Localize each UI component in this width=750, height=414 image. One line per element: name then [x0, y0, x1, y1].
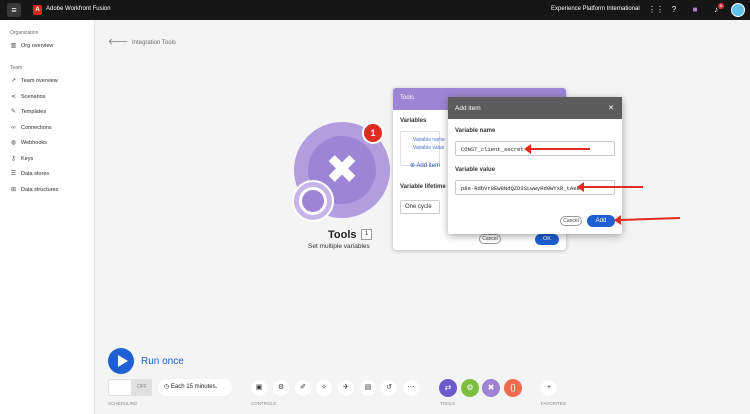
run-once-button[interactable] [108, 348, 134, 374]
add-item-header: Add item ✕ [448, 97, 622, 119]
tools-cancel-button[interactable]: Cancel [479, 234, 501, 244]
sidebar-item-webhooks[interactable]: ◍ Webhooks [10, 138, 47, 148]
sidebar-item-label: Data stores [21, 171, 50, 177]
org-switcher[interactable]: Experience Platform International [551, 6, 640, 12]
sidebar-item-label: Templates [21, 109, 47, 115]
annotation-arrow [524, 144, 590, 154]
variable-value-label: Variable value [455, 167, 496, 173]
link-icon: ∞ [11, 124, 16, 131]
favorites-caption: FAVORITES [541, 401, 566, 406]
magic-wand-icon[interactable]: ✧ [316, 380, 332, 396]
sidebar-item-label: Webhooks [21, 140, 47, 146]
clock-icon [299, 187, 327, 215]
tools-caption: TOOLS [440, 401, 456, 406]
cancel-button[interactable]: Cancel [560, 216, 582, 226]
apps-grid-icon[interactable]: ⋮⋮ [648, 5, 664, 15]
key-icon: ⚷ [11, 155, 16, 162]
variable-name-label: Variable name [455, 128, 496, 134]
sidebar-item-label: Org overview [21, 43, 54, 49]
menu-icon[interactable]: ≡ [7, 3, 21, 17]
trend-icon: ↗ [10, 77, 17, 84]
close-icon[interactable]: ✕ [608, 104, 614, 112]
annotation-arrow [577, 182, 643, 192]
variable-name-label: Variable name [413, 137, 445, 143]
airplane-icon[interactable]: ✈ [338, 380, 354, 396]
help-icon[interactable]: ? [669, 5, 679, 15]
add-item-dialog: Add item ✕ Variable name CONST_client_se… [448, 97, 622, 234]
feedback-icon[interactable]: ■ [690, 5, 700, 15]
more-icon[interactable]: ⋯ [403, 380, 419, 396]
adobe-logo-icon: A [33, 5, 42, 15]
module-number: 1 [361, 229, 372, 240]
sidebar-item-data-structures[interactable]: ⊞ Data structures [10, 185, 58, 195]
schedule-label: Each 15 minutes. [170, 384, 218, 390]
toggle-off-label: OFF [137, 384, 147, 390]
toggle-knob [109, 380, 131, 395]
controls-caption: CONTROLS [251, 401, 277, 406]
structure-icon: ⊞ [10, 186, 17, 193]
scheduling-toggle[interactable]: OFF [108, 379, 152, 396]
add-button[interactable]: Add [587, 215, 615, 227]
briefcase-icon[interactable]: ▤ [360, 380, 376, 396]
notification-count-badge: 6 [718, 3, 724, 9]
avatar[interactable] [731, 3, 745, 17]
variables-label: Variables [400, 118, 427, 124]
gear-icon[interactable]: ⚙ [273, 380, 289, 396]
tools-tool-icon[interactable]: ✖ [482, 379, 500, 397]
add-item-label: Add item [416, 163, 441, 169]
module-badge: 1 [362, 122, 384, 144]
add-favorite-icon[interactable]: + [541, 380, 557, 396]
puzzle-icon: ✎ [10, 108, 17, 115]
sidebar-item-label: Keys [21, 156, 34, 162]
sidebar-item-label: Scenarios [21, 94, 46, 100]
top-bar: ≡ A Adobe Workfront Fusion Experience Pl… [0, 0, 750, 20]
sidebar-item-keys[interactable]: ⚷ Keys [10, 154, 33, 164]
globe-icon: ◍ [10, 139, 17, 146]
run-once-label[interactable]: Run once [141, 356, 184, 367]
sidebar-item-label: Connections [21, 125, 52, 131]
bar-chart-icon: ▥ [10, 42, 17, 49]
sidebar-item-templates[interactable]: ✎ Templates [10, 107, 46, 117]
sidebar-section-team: Team [10, 65, 23, 71]
variable-lifetime-label: Variable lifetime [400, 184, 446, 190]
notes-icon[interactable]: ✐ [295, 380, 311, 396]
add-item-link[interactable]: ⊕ Add item [410, 162, 440, 169]
share-icon: ⋖ [10, 93, 17, 100]
module-title: Tools [328, 229, 357, 241]
sidebar: Organization ▥ Org overview Team ↗ Team … [0, 20, 95, 414]
sidebar-item-data-stores[interactable]: ☰ Data stores [10, 169, 49, 179]
sidebar-item-label: Data structures [21, 187, 59, 193]
json-tool-icon[interactable]: {} [504, 379, 522, 397]
sidebar-item-scenarios[interactable]: ⋖ Scenarios [10, 92, 45, 102]
schedule-setting[interactable]: ◷ Each 15 minutes. [158, 379, 232, 396]
annotation-arrow [619, 216, 681, 222]
sidebar-item-label: Team overview [21, 78, 58, 84]
save-icon[interactable]: ▣ [251, 380, 267, 396]
sidebar-item-team-overview[interactable]: ↗ Team overview [10, 76, 58, 86]
module-subtitle: Set multiple variables [308, 243, 370, 250]
add-item-title: Add item [455, 105, 481, 112]
variable-lifetime-select[interactable]: One cycle [400, 200, 440, 214]
history-icon[interactable]: ↺ [381, 380, 397, 396]
sidebar-section-organization: Organization [10, 30, 39, 36]
breadcrumb: Integration Tools [132, 40, 176, 46]
variable-value-label: Variable value [413, 145, 445, 151]
back-arrow-icon[interactable]: ⟵ [108, 33, 128, 50]
sidebar-item-org-overview[interactable]: ▥ Org overview [10, 41, 54, 51]
flow-control-tool-icon[interactable]: ⇄ [439, 379, 457, 397]
scheduling-caption: SCHEDULING [108, 401, 138, 406]
sidebar-item-connections[interactable]: ∞ Connections [10, 123, 52, 133]
database-icon: ☰ [10, 170, 17, 177]
gear-tool-icon[interactable]: ⚙ [461, 379, 479, 397]
app-title: Adobe Workfront Fusion [46, 6, 111, 12]
tools-ok-button[interactable]: OK [535, 234, 559, 245]
